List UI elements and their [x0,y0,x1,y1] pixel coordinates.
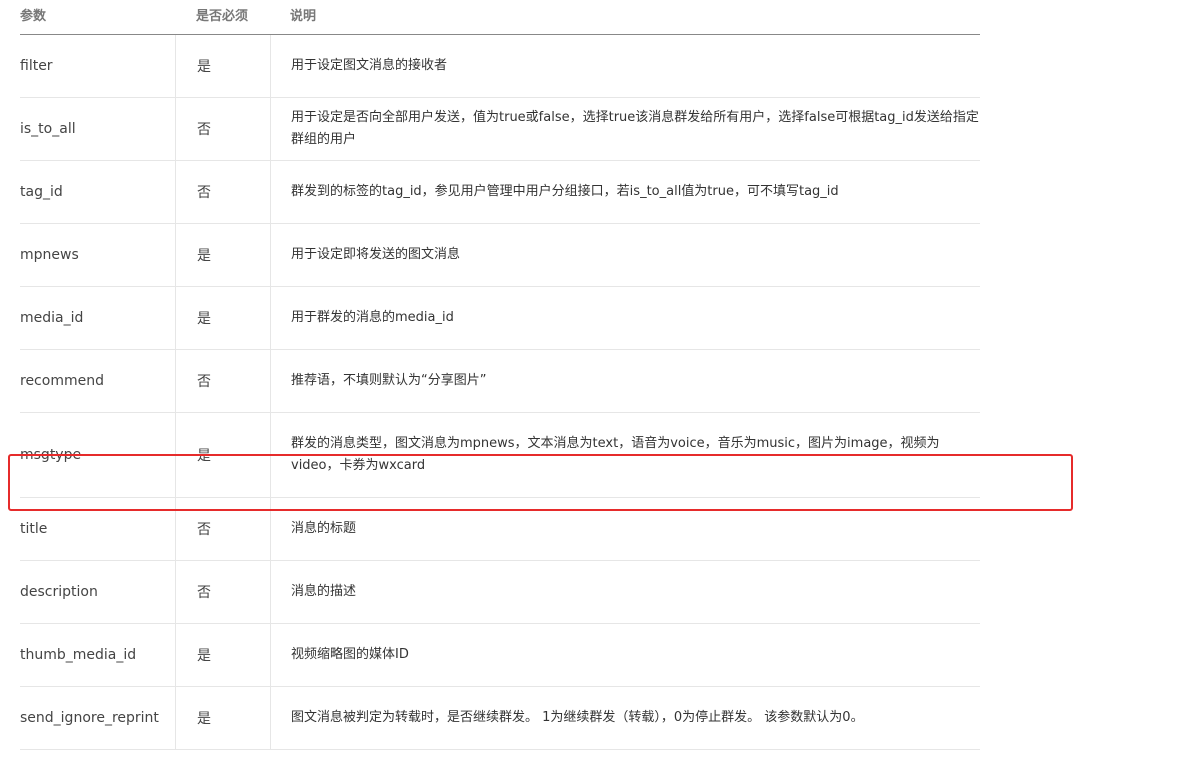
param-name: tag_id [20,184,63,200]
table-row: recommend 否 推荐语，不填则默认为“分享图片” [20,350,980,413]
param-description: 用于群发的消息的media_id [270,287,980,349]
param-description: 用于设定即将发送的图文消息 [270,224,980,286]
header-description: 说明 [290,9,317,24]
param-required: 否 [175,161,270,223]
table-row: send_ignore_reprint 是 图文消息被判定为转载时，是否继续群发… [20,687,980,750]
param-description: 群发的消息类型，图文消息为mpnews，文本消息为text，语音为voice，音… [270,413,980,497]
param-description: 消息的标题 [270,498,980,560]
param-required: 是 [175,224,270,286]
table-row: thumb_media_id 是 视频缩略图的媒体ID [20,624,980,687]
param-description: 推荐语，不填则默认为“分享图片” [270,350,980,412]
param-description: 消息的描述 [270,561,980,623]
param-name: is_to_all [20,121,76,137]
param-name: mpnews [20,247,79,263]
table-row: media_id 是 用于群发的消息的media_id [20,287,980,350]
param-description: 图文消息被判定为转载时，是否继续群发。 1为继续群发（转载），0为停止群发。 该… [270,687,980,749]
table-row: filter 是 用于设定图文消息的接收者 [20,35,980,98]
header-param: 参数 [20,9,47,24]
param-description: 用于设定图文消息的接收者 [270,35,980,97]
parameter-table: 参数 是否必须 说明 filter 是 用于设定图文消息的接收者 is_to_a… [20,0,980,750]
param-name: media_id [20,310,84,326]
param-description: 用于设定是否向全部用户发送，值为true或false，选择true该消息群发给所… [270,98,980,160]
table-row-msgtype: msgtype 是 群发的消息类型，图文消息为mpnews，文本消息为text，… [20,413,980,498]
param-description: 群发到的标签的tag_id，参见用户管理中用户分组接口，若is_to_all值为… [270,161,980,223]
param-name: filter [20,58,53,74]
param-required: 是 [175,287,270,349]
table-header: 参数 是否必须 说明 [20,0,980,35]
header-required: 是否必须 [196,9,249,24]
param-required: 是 [175,35,270,97]
param-required: 否 [175,98,270,160]
param-name: recommend [20,373,104,389]
table-row: mpnews 是 用于设定即将发送的图文消息 [20,224,980,287]
param-name: send_ignore_reprint [20,710,159,726]
param-required: 否 [175,561,270,623]
table-row: title 否 消息的标题 [20,498,980,561]
param-required: 否 [175,350,270,412]
table-row: is_to_all 否 用于设定是否向全部用户发送，值为true或false，选… [20,98,980,161]
table-row: tag_id 否 群发到的标签的tag_id，参见用户管理中用户分组接口，若is… [20,161,980,224]
param-required: 否 [175,498,270,560]
table-row: description 否 消息的描述 [20,561,980,624]
param-required: 是 [175,413,270,497]
param-name: thumb_media_id [20,647,137,663]
param-name: msgtype [20,447,82,463]
param-name: description [20,584,98,600]
param-required: 是 [175,687,270,749]
param-description: 视频缩略图的媒体ID [270,624,980,686]
param-name: title [20,521,48,537]
param-required: 是 [175,624,270,686]
